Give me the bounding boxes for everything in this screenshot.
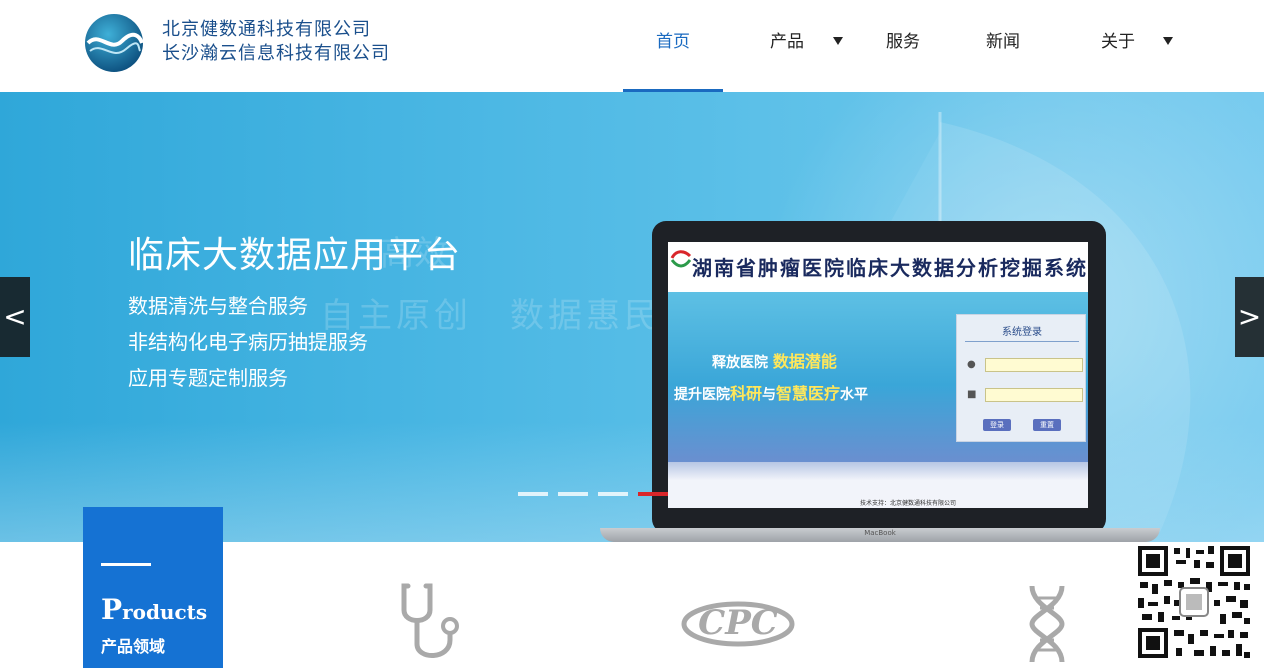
slogan-2-suffix: 水平 (840, 387, 869, 403)
banner-title: 临床大数据应用平台 (128, 235, 462, 276)
slogan-2-highlight-1: 科研 (730, 384, 763, 403)
username-field (985, 358, 1083, 372)
products-card[interactable]: Products 产品领域 (83, 507, 223, 668)
login-button: 登录 (983, 419, 1011, 431)
svg-text:CPC: CPC (698, 603, 778, 643)
site-header: 北京健数通科技有限公司 长沙瀚云信息科技有限公司 首页 产品 服务 新闻 关于 (0, 0, 1264, 92)
qr-code-icon[interactable] (1136, 544, 1252, 660)
nav-about-label: 关于 (1101, 32, 1135, 52)
products-heading-en: Products (101, 593, 207, 626)
banner-line-2: 非结构化电子病历抽提服务 (128, 330, 368, 354)
nav-about[interactable]: 关于 (1083, 0, 1153, 92)
screen-footer: 技术支持：北京健数通科技有限公司 (668, 462, 1088, 508)
chevron-left-icon: < (3, 300, 27, 333)
screen-login-panel: 系统登录 ● ■ 登录 重置 (956, 314, 1086, 442)
products-heading-zh: 产品领域 (101, 637, 166, 656)
screen-footer-text: 技术支持：北京健数通科技有限公司 (860, 500, 957, 507)
lock-icon: ■ (967, 389, 977, 400)
user-icon: ● (967, 359, 976, 370)
laptop-screen: 湖南省肿瘤医院临床大数据分析挖掘系统 释放医院 数据潜能 提升医院科研与智慧医疗… (668, 242, 1088, 508)
nav-about-chevron-down-icon[interactable] (1163, 37, 1173, 45)
carousel-dot-3[interactable] (598, 492, 628, 496)
company-name-line-2: 长沙瀚云信息科技有限公司 (162, 43, 390, 64)
banner-line-3: 应用专题定制服务 (128, 366, 288, 390)
carousel-dot-4[interactable] (638, 492, 668, 496)
nav-news[interactable]: 新闻 (968, 0, 1038, 92)
nav-home-label: 首页 (656, 32, 690, 52)
nav-home[interactable]: 首页 (623, 0, 723, 92)
banner-line-1: 数据清洗与整合服务 (128, 294, 308, 318)
hero-banner: 高效 自主原创 数据惠民 临床大数据应用平台 数据清洗与整合服务 非结构化电子病… (0, 92, 1264, 542)
nav-services[interactable]: 服务 (868, 0, 938, 92)
slogan-1-highlight: 数据潜能 (772, 352, 837, 371)
laptop-base: MacBook (600, 528, 1160, 542)
screen-header: 湖南省肿瘤医院临床大数据分析挖掘系统 (668, 242, 1088, 292)
company-logo-icon[interactable] (84, 13, 144, 73)
slogan-2-prefix: 提升医院 (674, 387, 730, 403)
nav-products-chevron-down-icon[interactable] (833, 37, 843, 45)
company-name-line-1: 北京健数通科技有限公司 (162, 19, 371, 40)
screen-slogan-1: 释放医院 数据潜能 (712, 348, 837, 372)
slogan-2-highlight-2: 智慧医疗 (776, 384, 841, 403)
slogan-1-prefix: 释放医院 (712, 355, 768, 371)
screen-title: 湖南省肿瘤医院临床大数据分析挖掘系统 (692, 256, 1088, 280)
cpc-logo-icon[interactable]: CPC (680, 590, 796, 654)
login-title: 系统登录 (1002, 327, 1042, 338)
nav-products-label: 产品 (770, 32, 804, 52)
slogan-2-mid: 与 (762, 387, 777, 403)
hospital-logo-icon (670, 250, 692, 268)
products-card-rule (101, 563, 151, 566)
products-heading-initial: P (101, 593, 123, 626)
stethoscope-icon[interactable] (398, 580, 468, 662)
banner-ghost-text-2: 自主原创 数据惠民 (320, 296, 662, 336)
chevron-right-icon: > (1237, 300, 1262, 333)
reset-button: 重置 (1033, 419, 1061, 431)
company-name: 北京健数通科技有限公司 长沙瀚云信息科技有限公司 (162, 18, 390, 66)
carousel-next-button[interactable]: > (1235, 277, 1264, 357)
nav-news-label: 新闻 (986, 32, 1020, 52)
nav-services-label: 服务 (886, 32, 920, 52)
products-heading-rest: roducts (122, 600, 208, 624)
screen-slogan-2: 提升医院科研与智慧医疗水平 (674, 380, 868, 404)
login-divider (965, 341, 1079, 342)
dna-icon[interactable] (1024, 584, 1070, 664)
laptop-mockup: 湖南省肿瘤医院临床大数据分析挖掘系统 释放医院 数据潜能 提升医院科研与智慧医疗… (652, 221, 1106, 533)
carousel-dot-2[interactable] (558, 492, 588, 496)
laptop-brand: MacBook (864, 529, 896, 537)
password-field (985, 388, 1083, 402)
carousel-dot-1[interactable] (518, 492, 548, 496)
nav-products[interactable]: 产品 (752, 0, 822, 92)
carousel-prev-button[interactable]: < (0, 277, 30, 357)
